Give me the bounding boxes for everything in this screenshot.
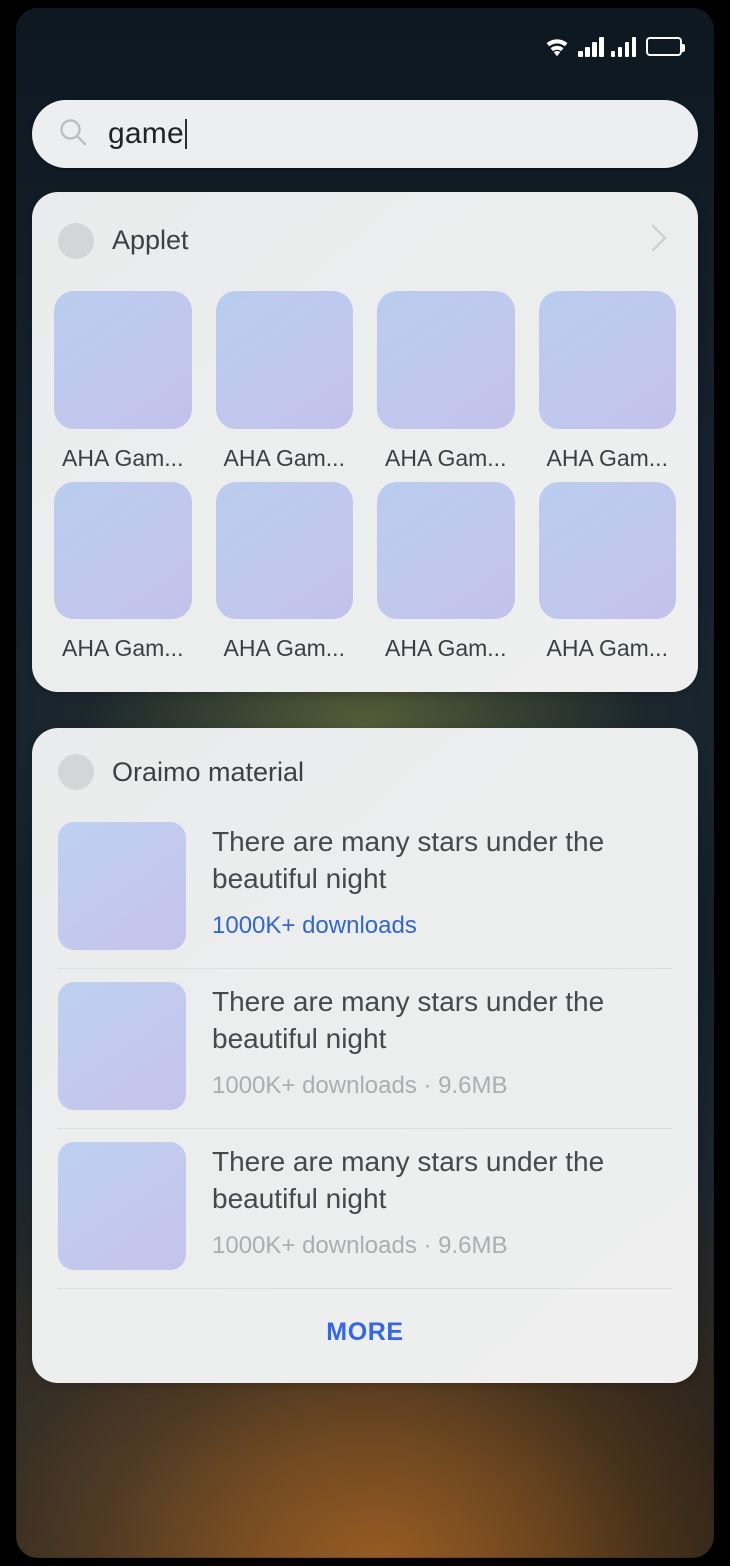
list-item[interactable]: There are many stars under the beautiful… [58, 968, 672, 1128]
applet-card-title: Applet [112, 225, 189, 255]
result-text: There are many stars under the beautiful… [212, 1142, 672, 1260]
more-button[interactable]: MORE [326, 1318, 403, 1347]
applet-item[interactable]: AHA Gam... [54, 291, 192, 472]
material-card: Oraimo material There are many stars und… [32, 728, 698, 1383]
result-thumbnail [58, 1142, 186, 1270]
result-title: There are many stars under the beautiful… [212, 826, 605, 894]
list-item[interactable]: There are many stars under the beautiful… [58, 808, 672, 968]
applet-item[interactable]: AHA Gam... [377, 481, 515, 663]
applet-avatar-icon [58, 222, 94, 259]
material-result-list: There are many stars under the beautiful… [32, 794, 698, 1383]
signal-bars-icon-2 [610, 36, 636, 57]
search-input-value: game [108, 117, 184, 150]
result-text: There are many stars under the beautiful… [212, 822, 672, 940]
applet-item[interactable]: AHA Gam... [215, 481, 353, 663]
applet-icon [538, 291, 676, 429]
applet-icon [215, 481, 353, 619]
material-card-title: Oraimo material [112, 756, 305, 787]
applet-item[interactable]: AHA Gam... [377, 291, 515, 472]
battery-full-icon [646, 36, 685, 56]
applet-item[interactable]: AHA Gam... [538, 481, 676, 663]
wifi-icon [543, 36, 571, 57]
result-title: There are many stars under the beautiful… [212, 986, 605, 1054]
applet-item[interactable]: AHA Gam... [215, 291, 353, 472]
applet-item-label: AHA Gam... [385, 444, 507, 471]
applet-item[interactable]: AHA Gam... [54, 481, 192, 663]
applet-icon [538, 481, 676, 619]
applet-icon [54, 481, 192, 619]
chevron-right-icon[interactable] [646, 218, 672, 263]
more-row: MORE [58, 1288, 672, 1383]
applet-icon [54, 291, 192, 429]
applet-grid: AHA Gam... AHA Gam... AHA Gam... AHA Gam… [32, 267, 698, 692]
applet-card-header[interactable]: Applet [32, 192, 698, 267]
search-icon [58, 117, 88, 152]
applet-item-label: AHA Gam... [546, 444, 668, 471]
applet-icon [377, 481, 515, 619]
list-item[interactable]: There are many stars under the beautiful… [58, 1128, 672, 1288]
text-cursor [184, 119, 187, 149]
result-thumbnail [58, 822, 186, 950]
result-text: There are many stars under the beautiful… [212, 982, 672, 1100]
applet-icon [377, 291, 515, 429]
result-meta: 1000K+ downloads · 9.6MB [212, 1231, 508, 1259]
signal-bars-icon [578, 36, 604, 57]
result-meta: 1000K+ downloads [212, 911, 417, 939]
applet-item-label: AHA Gam... [62, 635, 184, 661]
result-thumbnail [58, 982, 186, 1110]
result-meta: 1000K+ downloads · 9.6MB [212, 1071, 508, 1099]
applet-item[interactable]: AHA Gam... [538, 291, 676, 472]
search-input[interactable]: game [32, 100, 698, 168]
phone-screen: game Applet AHA Gam... AHA Gam... AHA Ga… [16, 8, 714, 1558]
phone-device-frame: game Applet AHA Gam... AHA Gam... AHA Ga… [0, 0, 730, 1566]
applet-icon [215, 291, 353, 429]
material-card-header[interactable]: Oraimo material [32, 728, 698, 794]
applet-item-label: AHA Gam... [385, 635, 507, 661]
status-bar [16, 8, 714, 84]
oraimo-avatar-icon [58, 754, 94, 790]
applet-item-label: AHA Gam... [223, 444, 345, 471]
applet-item-label: AHA Gam... [546, 635, 668, 661]
result-title: There are many stars under the beautiful… [212, 1146, 605, 1214]
applet-item-label: AHA Gam... [62, 444, 184, 471]
applet-card: Applet AHA Gam... AHA Gam... AHA Gam... … [32, 192, 698, 692]
search-results-screen: game Applet AHA Gam... AHA Gam... AHA Ga… [16, 8, 714, 1558]
applet-item-label: AHA Gam... [223, 635, 345, 661]
